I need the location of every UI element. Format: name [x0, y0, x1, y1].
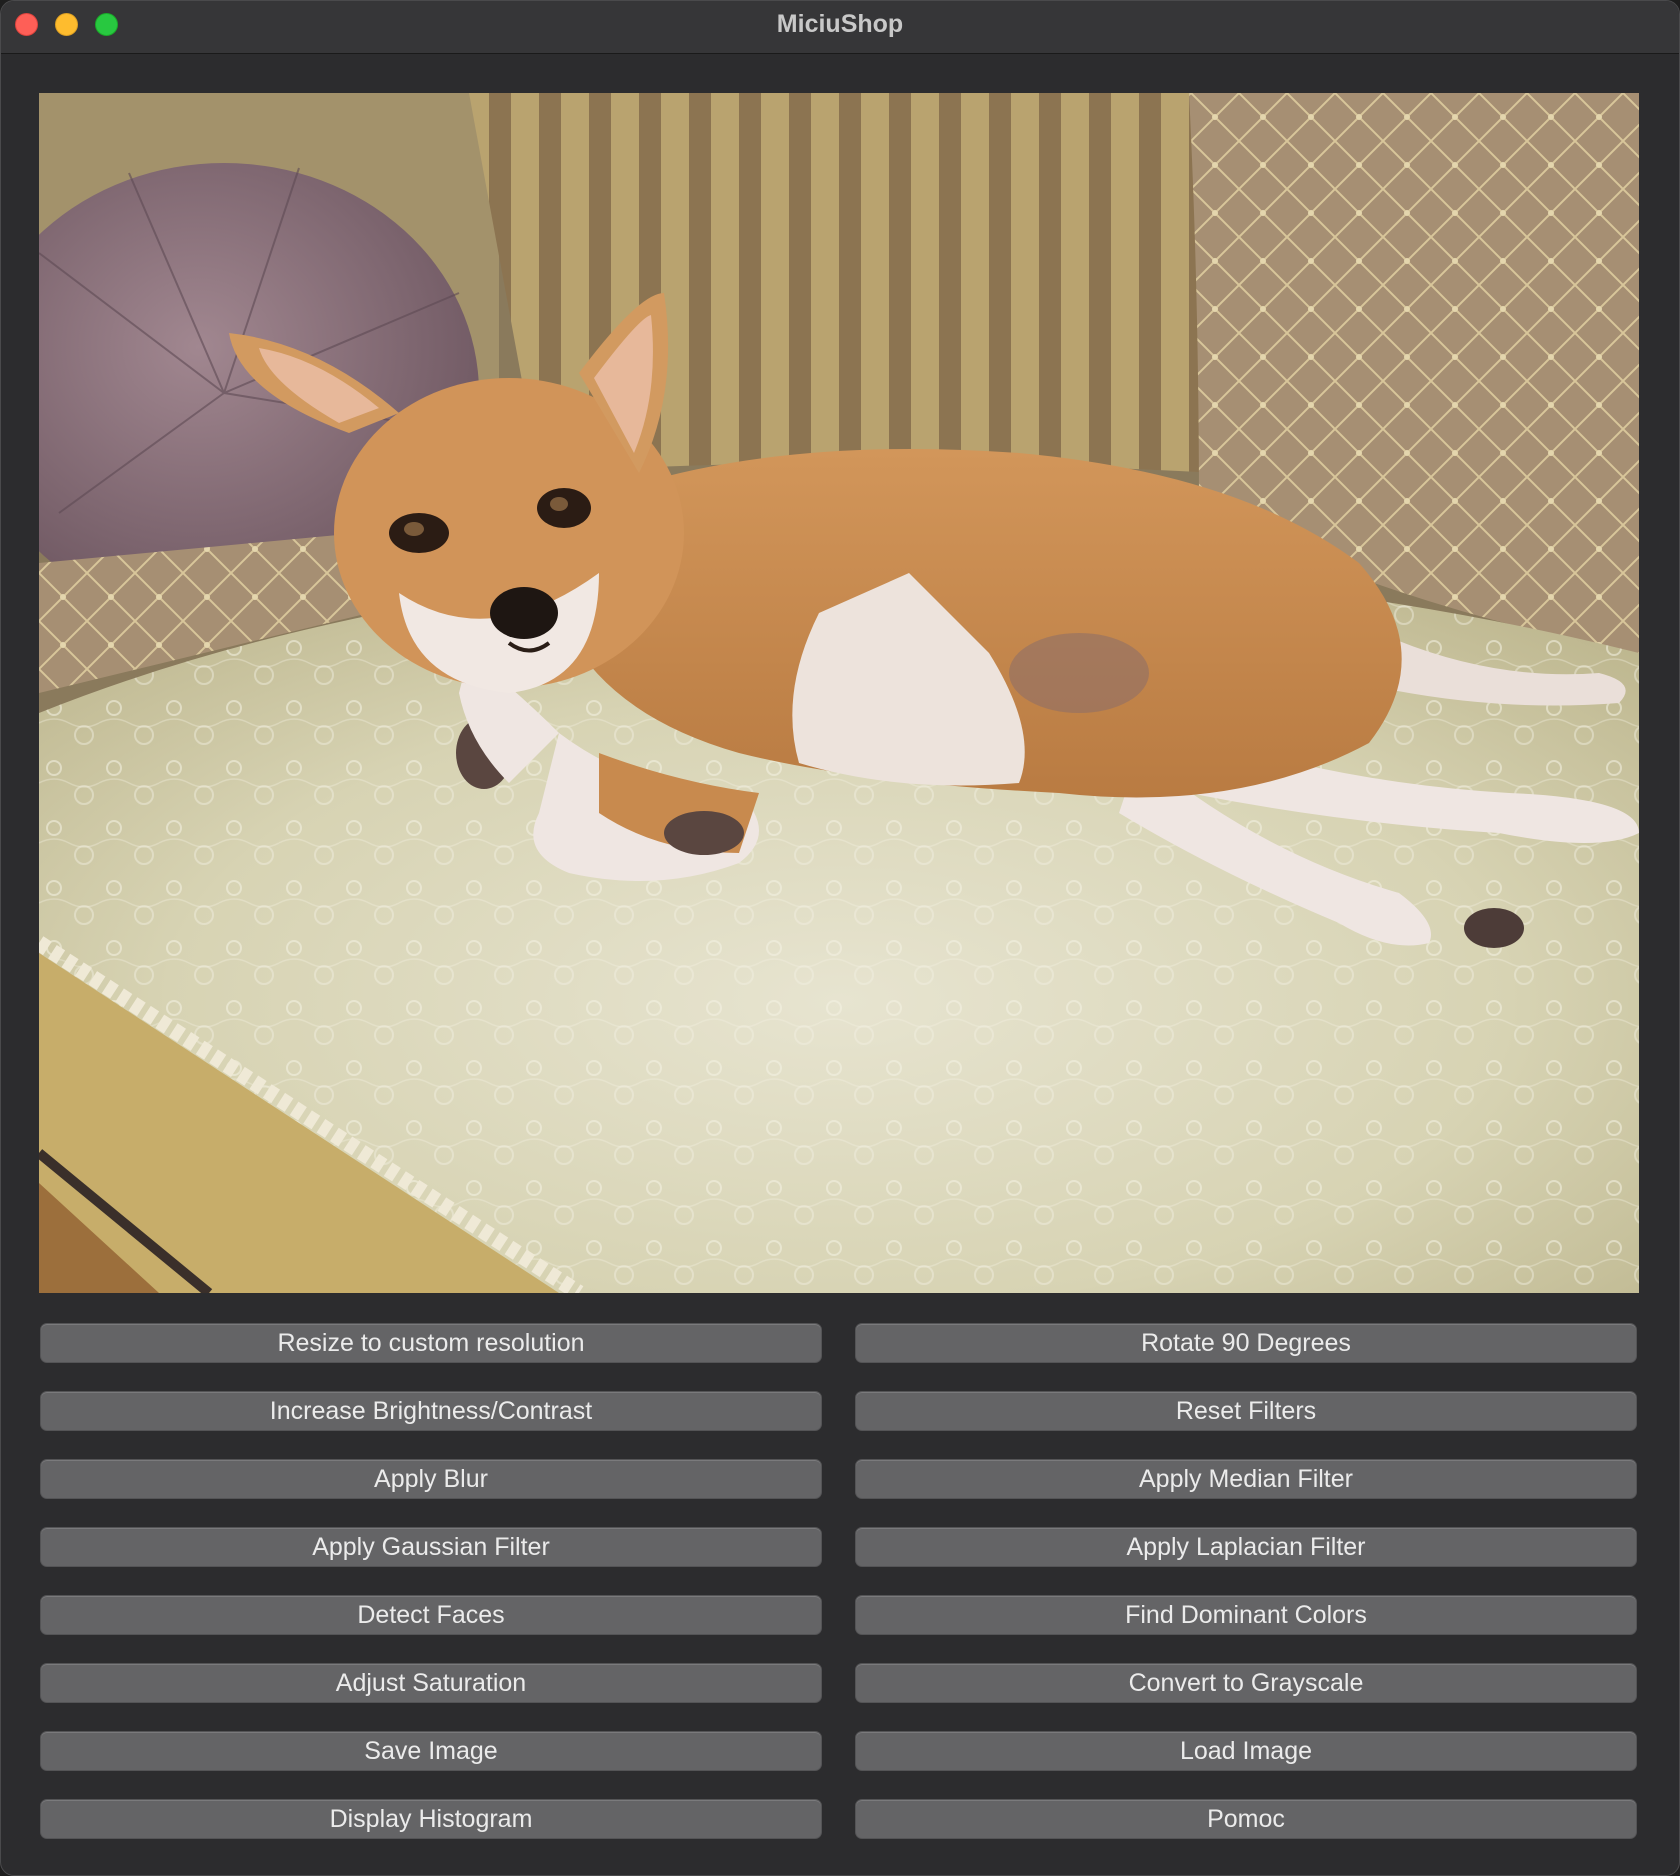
apply-blur-button[interactable]: Apply Blur — [40, 1459, 822, 1499]
grayscale-button[interactable]: Convert to Grayscale — [855, 1663, 1637, 1703]
gaussian-filter-button[interactable]: Apply Gaussian Filter — [40, 1527, 822, 1567]
median-filter-button[interactable]: Apply Median Filter — [855, 1459, 1637, 1499]
title-bar: MiciuShop — [1, 1, 1679, 54]
rotate-button[interactable]: Rotate 90 Degrees — [855, 1323, 1637, 1363]
save-image-button[interactable]: Save Image — [40, 1731, 822, 1771]
reset-filters-button[interactable]: Reset Filters — [855, 1391, 1637, 1431]
help-button[interactable]: Pomoc — [855, 1799, 1637, 1839]
window-title: MiciuShop — [776, 10, 904, 38]
dominant-colors-button[interactable]: Find Dominant Colors — [855, 1595, 1637, 1635]
load-image-button[interactable]: Load Image — [855, 1731, 1637, 1771]
action-button-grid: Resize to custom resolution Rotate 90 Deg… — [40, 1323, 1637, 1839]
app-window: MiciuShop Resize to custom resolution Ro… — [0, 0, 1680, 1876]
image-preview — [39, 93, 1639, 1293]
resize-button[interactable]: Resize to custom resolution — [40, 1323, 822, 1363]
brightness-contrast-button[interactable]: Increase Brightness/Contrast — [40, 1391, 822, 1431]
histogram-button[interactable]: Display Histogram — [40, 1799, 822, 1839]
laplacian-filter-button[interactable]: Apply Laplacian Filter — [855, 1527, 1637, 1567]
detect-faces-button[interactable]: Detect Faces — [40, 1595, 822, 1635]
adjust-saturation-button[interactable]: Adjust Saturation — [40, 1663, 822, 1703]
